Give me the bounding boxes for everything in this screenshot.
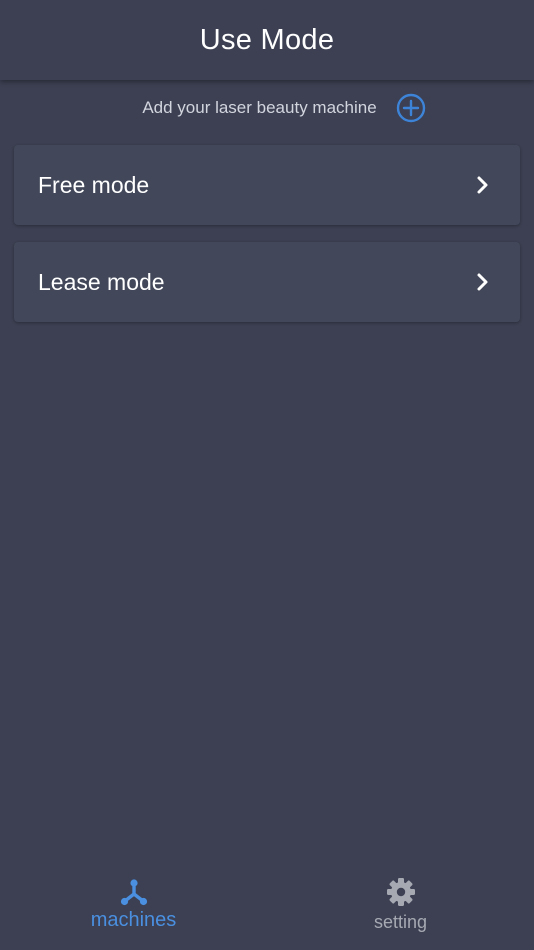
- lease-mode-item[interactable]: Lease mode: [14, 242, 520, 322]
- chevron-right-icon: [477, 273, 488, 291]
- lease-mode-label: Lease mode: [38, 268, 165, 295]
- chevron-right-icon: [477, 176, 488, 194]
- tab-machines-label: machines: [90, 909, 177, 931]
- add-machine-label: Add your laser beauty machine: [142, 98, 377, 117]
- tab-machines[interactable]: machines: [0, 874, 267, 950]
- tab-setting-label: setting: [373, 912, 428, 932]
- free-mode-item[interactable]: Free mode: [14, 145, 520, 225]
- free-mode-label: Free mode: [38, 171, 150, 198]
- gear-icon: [386, 878, 415, 906]
- network-nodes-icon: [120, 879, 147, 906]
- plus-circle-icon[interactable]: [396, 93, 426, 123]
- page-title: Use Mode: [199, 23, 335, 56]
- header-bar: Use Mode: [0, 0, 534, 80]
- add-machine-row: Add your laser beauty machine: [0, 92, 534, 124]
- tab-setting[interactable]: setting: [267, 874, 534, 950]
- bottom-tab-bar: machines setting: [0, 874, 534, 950]
